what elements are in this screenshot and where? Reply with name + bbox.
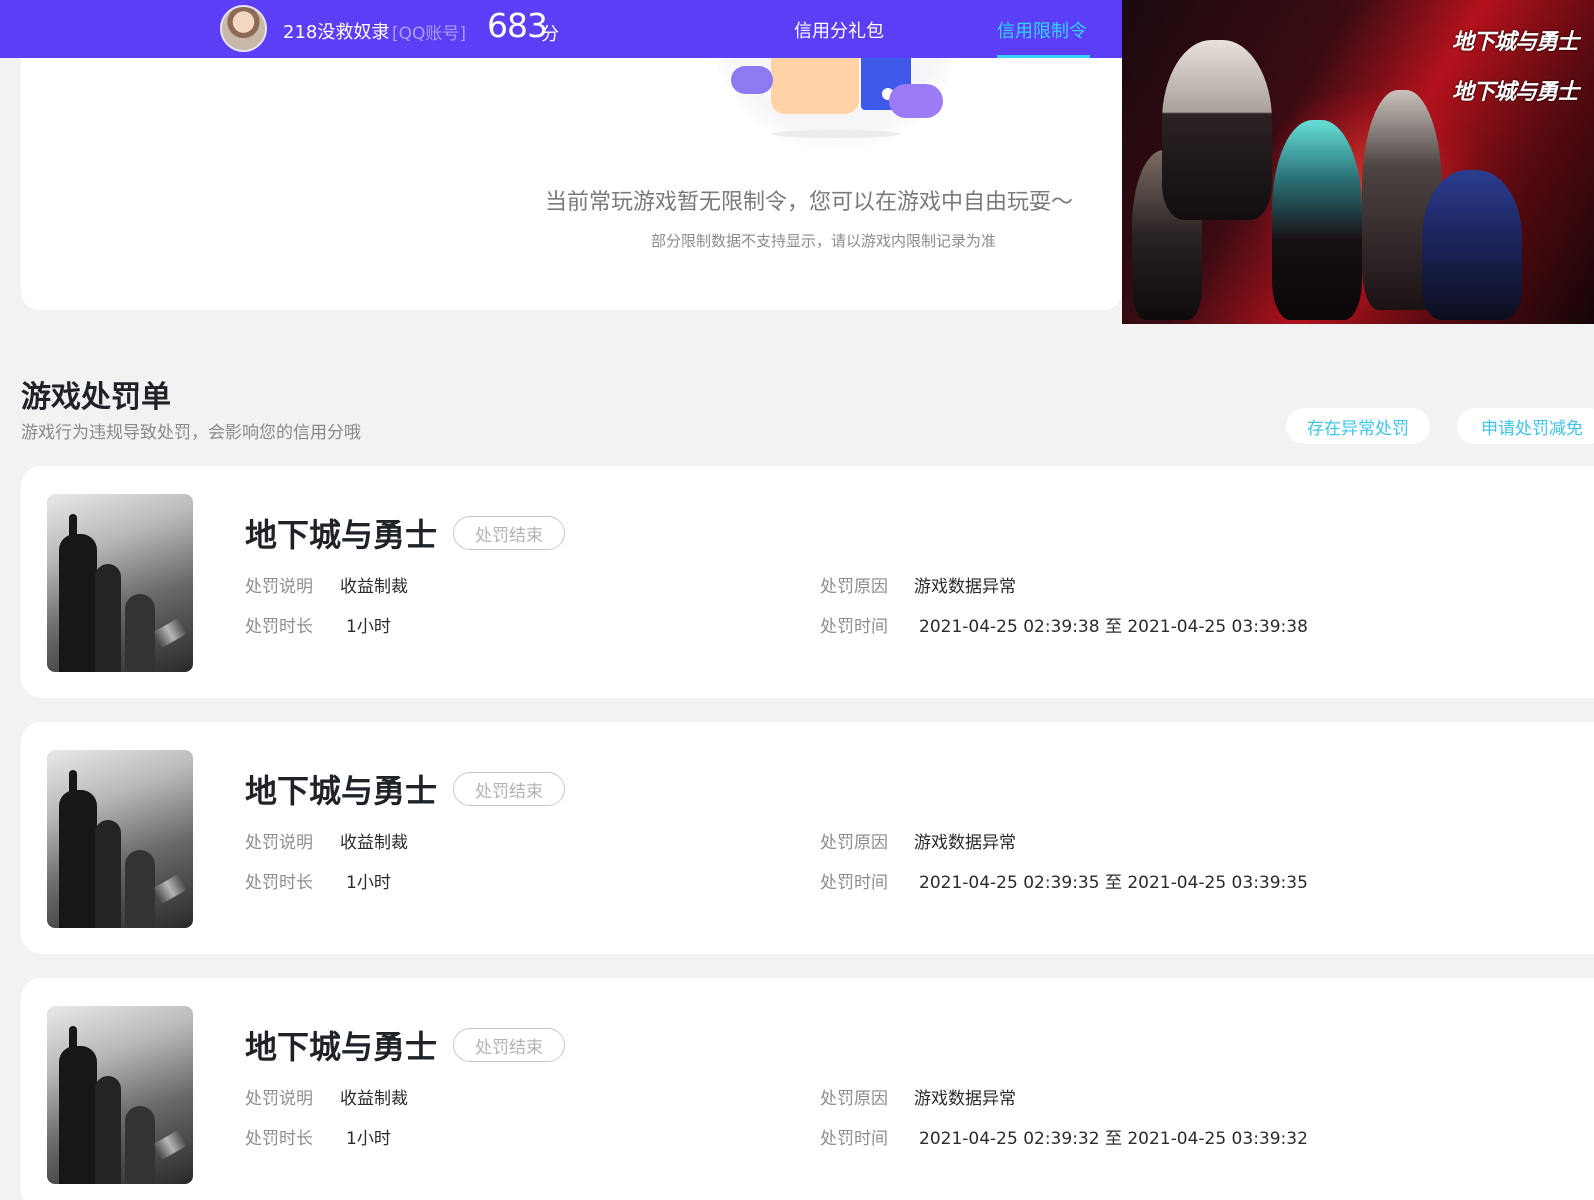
- penalty-card[interactable]: 地下城与勇士 处罚结束 处罚说明 收益制裁 处罚时长 1小时 处罚原因 游戏数据…: [21, 978, 1594, 1200]
- cover-detail: [152, 617, 188, 649]
- game-title: 地下城与勇士: [245, 1028, 438, 1066]
- reason-label: 处罚原因: [820, 577, 888, 597]
- cover-detail: [152, 873, 188, 905]
- game-cover-image: [47, 750, 193, 928]
- report-anomaly-button[interactable]: 存在异常处罚: [1286, 408, 1430, 444]
- desc-value: 收益制裁: [340, 1089, 408, 1109]
- cover-detail: [59, 1046, 97, 1184]
- desc-value: 收益制裁: [340, 577, 408, 597]
- penalty-card[interactable]: 地下城与勇士 处罚结束 处罚说明 收益制裁 处罚时长 1小时 处罚原因 游戏数据…: [21, 722, 1594, 954]
- time-value: 2021-04-25 02:39:32 至 2021-04-25 03:39:3…: [919, 1129, 1308, 1149]
- status-badge: 处罚结束: [453, 772, 565, 806]
- avatar[interactable]: [220, 5, 267, 52]
- duration-label: 处罚时长: [245, 617, 313, 637]
- time-label: 处罚时间: [820, 873, 888, 893]
- reason-value: 游戏数据异常: [914, 577, 1016, 597]
- duration-label: 处罚时长: [245, 873, 313, 893]
- cover-detail: [95, 1076, 121, 1184]
- time-label: 处罚时间: [820, 1129, 888, 1149]
- illustration-ground: [771, 130, 901, 138]
- top-header: 218没救奴隶 [QQ账号] 683 分 信用分礼包 信用限制令: [0, 0, 1122, 58]
- credit-score: 683: [487, 6, 548, 45]
- time-value: 2021-04-25 02:39:38 至 2021-04-25 03:39:3…: [919, 617, 1308, 637]
- game-logo: 地下城与勇士: [1451, 30, 1579, 55]
- user-name: 218没救奴隶: [283, 22, 390, 43]
- cover-detail: [125, 850, 155, 928]
- reason-value: 游戏数据异常: [914, 833, 1016, 853]
- duration-value: 1小时: [346, 617, 391, 637]
- empty-state-subtitle: 部分限制数据不支持显示，请以游戏内限制记录为准: [651, 232, 997, 250]
- game-cover-image: [47, 1006, 193, 1184]
- cloud-icon: [731, 66, 773, 94]
- desc-label: 处罚说明: [245, 577, 313, 597]
- duration-value: 1小时: [346, 1129, 391, 1149]
- time-value: 2021-04-25 02:39:35 至 2021-04-25 03:39:3…: [919, 873, 1308, 893]
- game-cover-image: [47, 494, 193, 672]
- active-tab-indicator: [997, 55, 1090, 58]
- reason-label: 处罚原因: [820, 833, 888, 853]
- status-badge: 处罚结束: [453, 1028, 565, 1062]
- reason-value: 游戏数据异常: [914, 1089, 1016, 1109]
- promo-banner[interactable]: 地下城与勇士 地下城与勇士: [1122, 0, 1594, 324]
- empty-state-title: 当前常玩游戏暂无限制令，您可以在游戏中自由玩耍～: [545, 190, 1074, 215]
- duration-label: 处罚时长: [245, 1129, 313, 1149]
- desc-value: 收益制裁: [340, 833, 408, 853]
- status-badge: 处罚结束: [453, 516, 565, 550]
- credit-score-unit: 分: [541, 24, 559, 45]
- tab-credit-restriction[interactable]: 信用限制令: [997, 17, 1087, 43]
- banner-character: [1422, 170, 1522, 320]
- cover-detail: [95, 564, 121, 672]
- game-title: 地下城与勇士: [245, 516, 438, 554]
- account-type: [QQ账号]: [392, 24, 467, 44]
- banner-character: [1272, 120, 1362, 320]
- cover-detail: [95, 820, 121, 928]
- cover-detail: [152, 1129, 188, 1161]
- cover-detail: [59, 790, 97, 928]
- section-subtitle: 游戏行为违规导致处罚，会影响您的信用分哦: [21, 423, 361, 443]
- cover-detail: [59, 534, 97, 672]
- desc-label: 处罚说明: [245, 833, 313, 853]
- game-logo: 地下城与勇士: [1451, 80, 1579, 105]
- cover-detail: [125, 594, 155, 672]
- banner-character: [1162, 40, 1272, 220]
- cover-detail: [125, 1106, 155, 1184]
- tab-credit-gift[interactable]: 信用分礼包: [794, 17, 884, 43]
- apply-reduction-button[interactable]: 申请处罚减免: [1457, 408, 1594, 444]
- game-title: 地下城与勇士: [245, 772, 438, 810]
- time-label: 处罚时间: [820, 617, 888, 637]
- illustration-box-orange: [771, 58, 859, 114]
- cloud-icon: [889, 84, 943, 118]
- section-title: 游戏处罚单: [21, 380, 171, 415]
- desc-label: 处罚说明: [245, 1089, 313, 1109]
- reason-label: 处罚原因: [820, 1089, 888, 1109]
- penalty-card[interactable]: 地下城与勇士 处罚结束 处罚说明 收益制裁 处罚时长 1小时 处罚原因 游戏数据…: [21, 466, 1594, 698]
- duration-value: 1小时: [346, 873, 391, 893]
